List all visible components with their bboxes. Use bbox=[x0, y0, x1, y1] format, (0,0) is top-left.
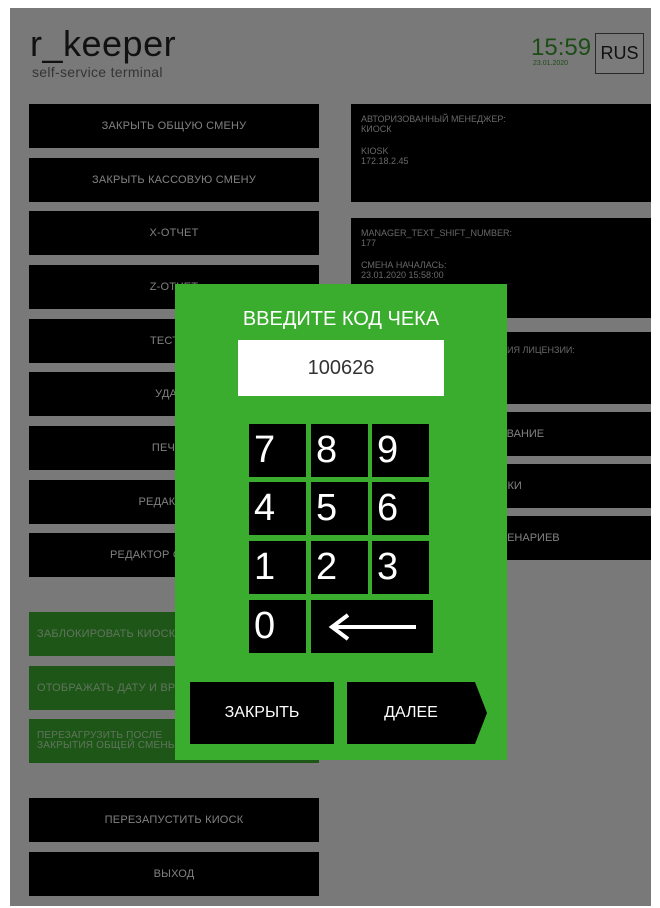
next-button-label: ДАЛЕЕ bbox=[384, 704, 438, 721]
key-3[interactable]: 3 bbox=[372, 541, 429, 594]
key-4[interactable]: 4 bbox=[249, 482, 306, 535]
next-button[interactable]: ДАЛЕЕ bbox=[347, 682, 487, 744]
backspace-key[interactable] bbox=[311, 600, 433, 653]
key-8[interactable]: 8 bbox=[311, 424, 368, 477]
key-2[interactable]: 2 bbox=[311, 541, 368, 594]
key-7[interactable]: 7 bbox=[249, 424, 306, 477]
dialog-title: ВВЕДИТЕ КОД ЧЕКА bbox=[242, 308, 440, 330]
key-0[interactable]: 0 bbox=[249, 600, 306, 653]
close-button[interactable]: ЗАКРЫТЬ bbox=[190, 682, 334, 744]
receipt-code-dialog: ВВЕДИТЕ КОД ЧЕКА 7 8 9 4 5 6 1 2 3 0 ЗАК… bbox=[175, 284, 507, 760]
key-5[interactable]: 5 bbox=[311, 482, 368, 535]
receipt-code-input[interactable] bbox=[238, 340, 444, 396]
key-6[interactable]: 6 bbox=[372, 482, 429, 535]
left-arrow-icon bbox=[328, 612, 416, 641]
key-1[interactable]: 1 bbox=[249, 541, 306, 594]
key-9[interactable]: 9 bbox=[372, 424, 429, 477]
